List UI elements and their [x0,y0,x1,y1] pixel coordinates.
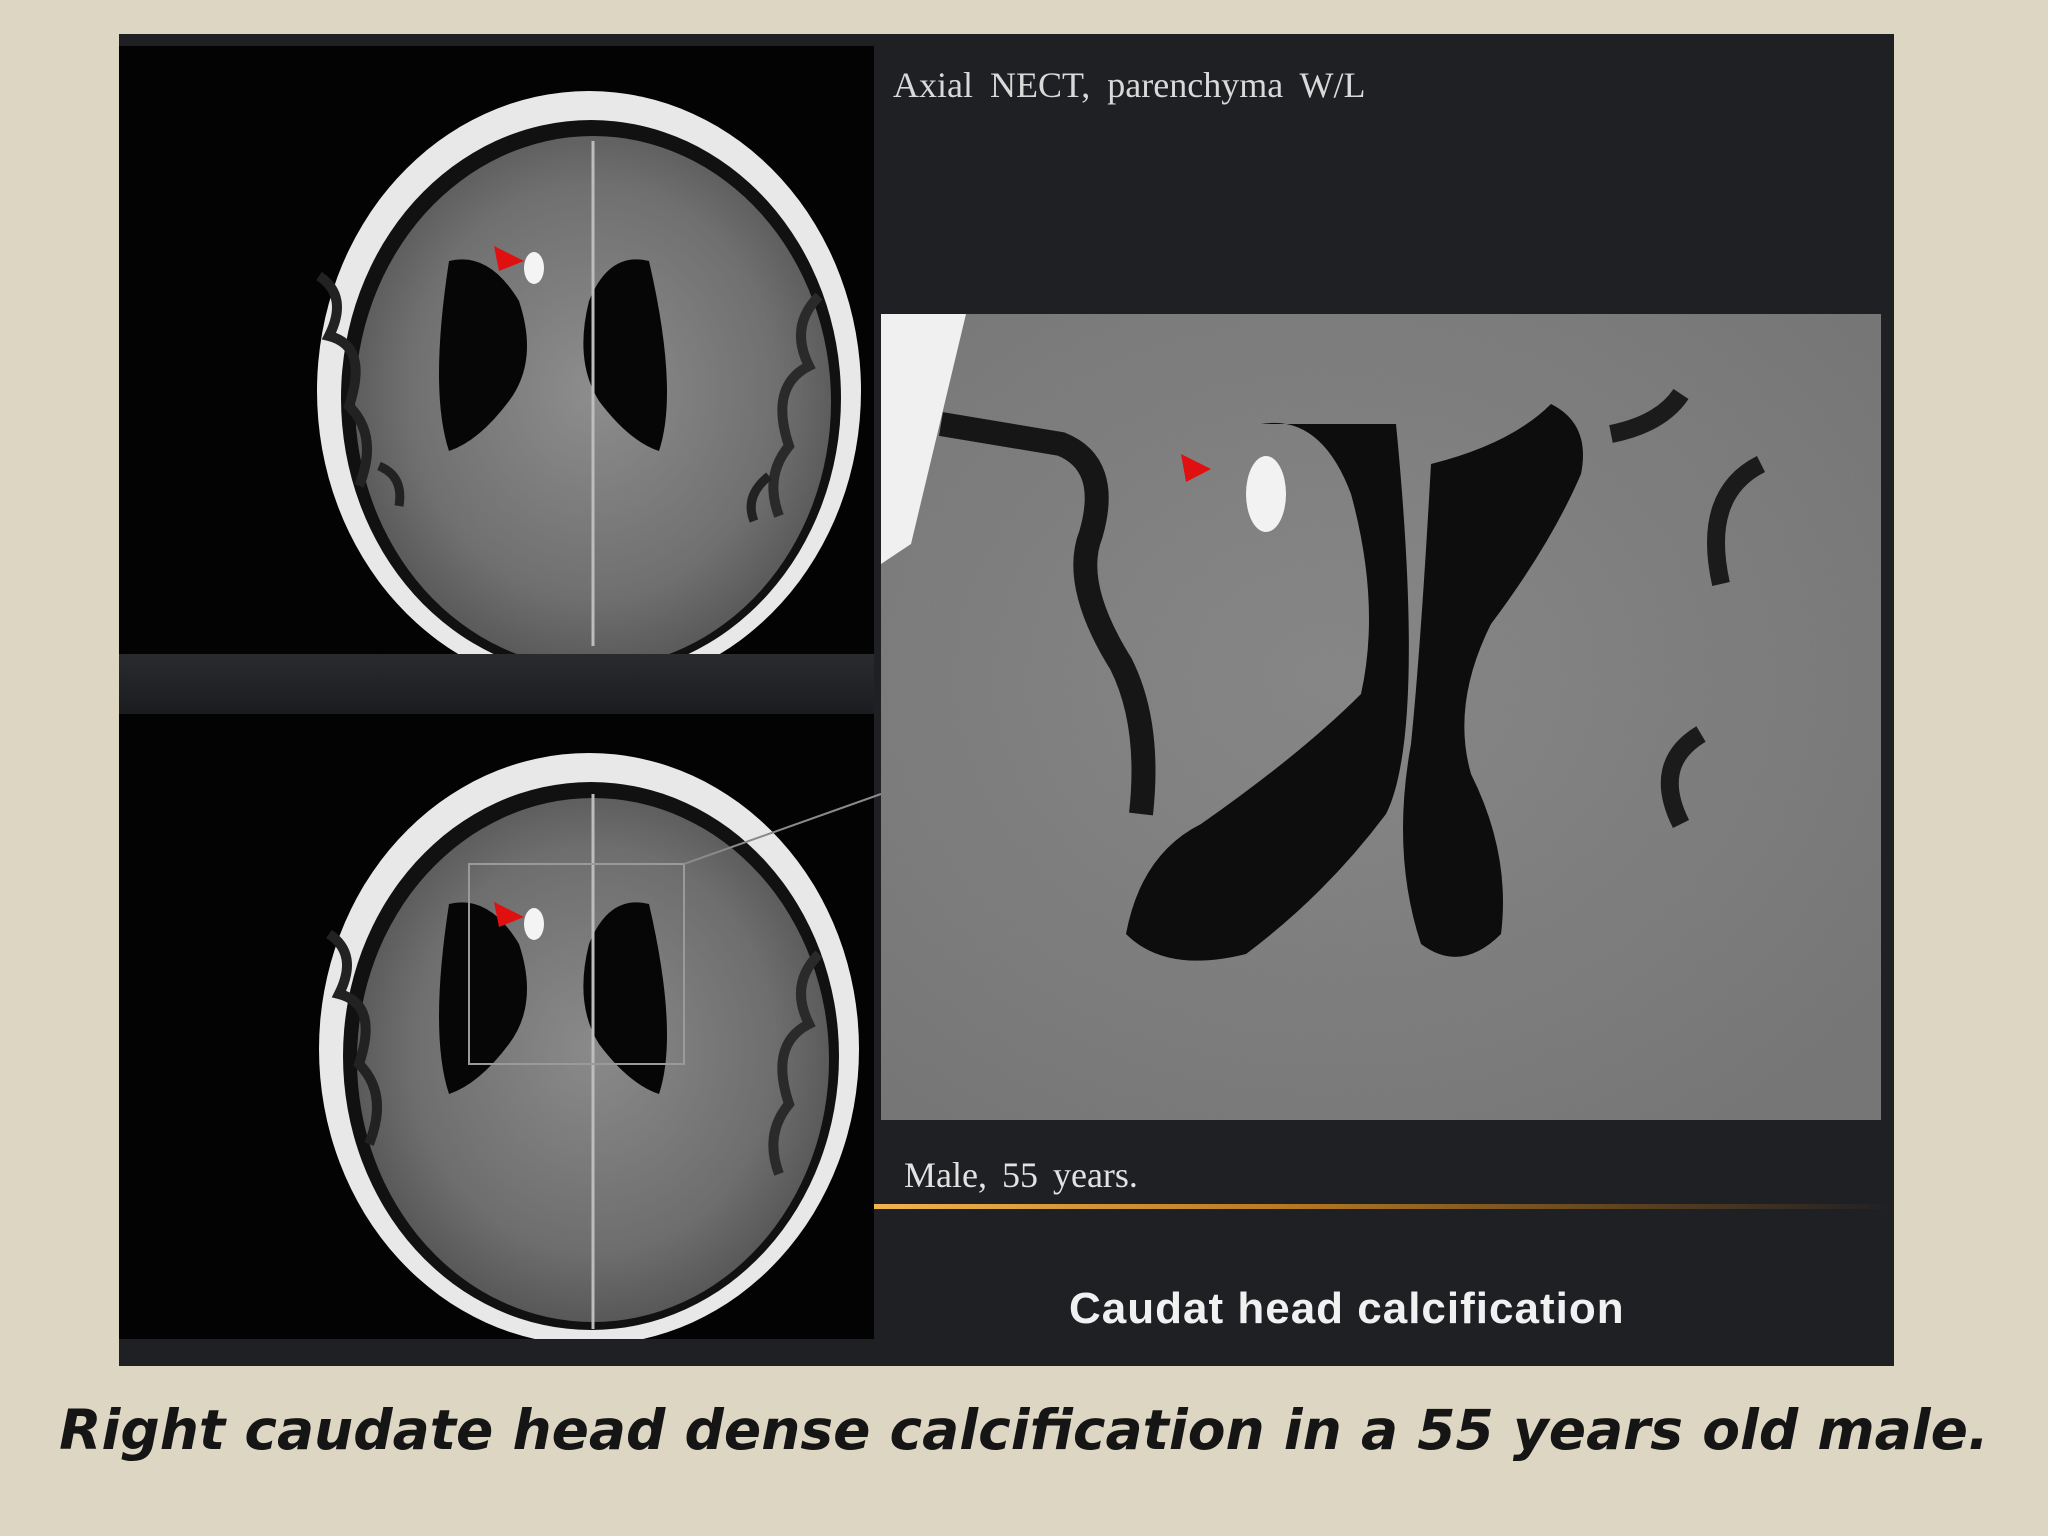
scan-type-label: Axial NECT, parenchyma W/L [893,65,1366,105]
magnified-ct-view [881,314,1881,1120]
patient-info-label: Male, 55 years. [904,1155,1138,1195]
accent-divider [874,1204,1894,1209]
figure-caption: Right caudate head dense calcification i… [59,1398,1989,1462]
finding-title: Caudat head calcification [1069,1284,1625,1333]
ct-figure-panel: Axial NECT, parenchyma W/L Male, 55 year… [119,34,1894,1366]
